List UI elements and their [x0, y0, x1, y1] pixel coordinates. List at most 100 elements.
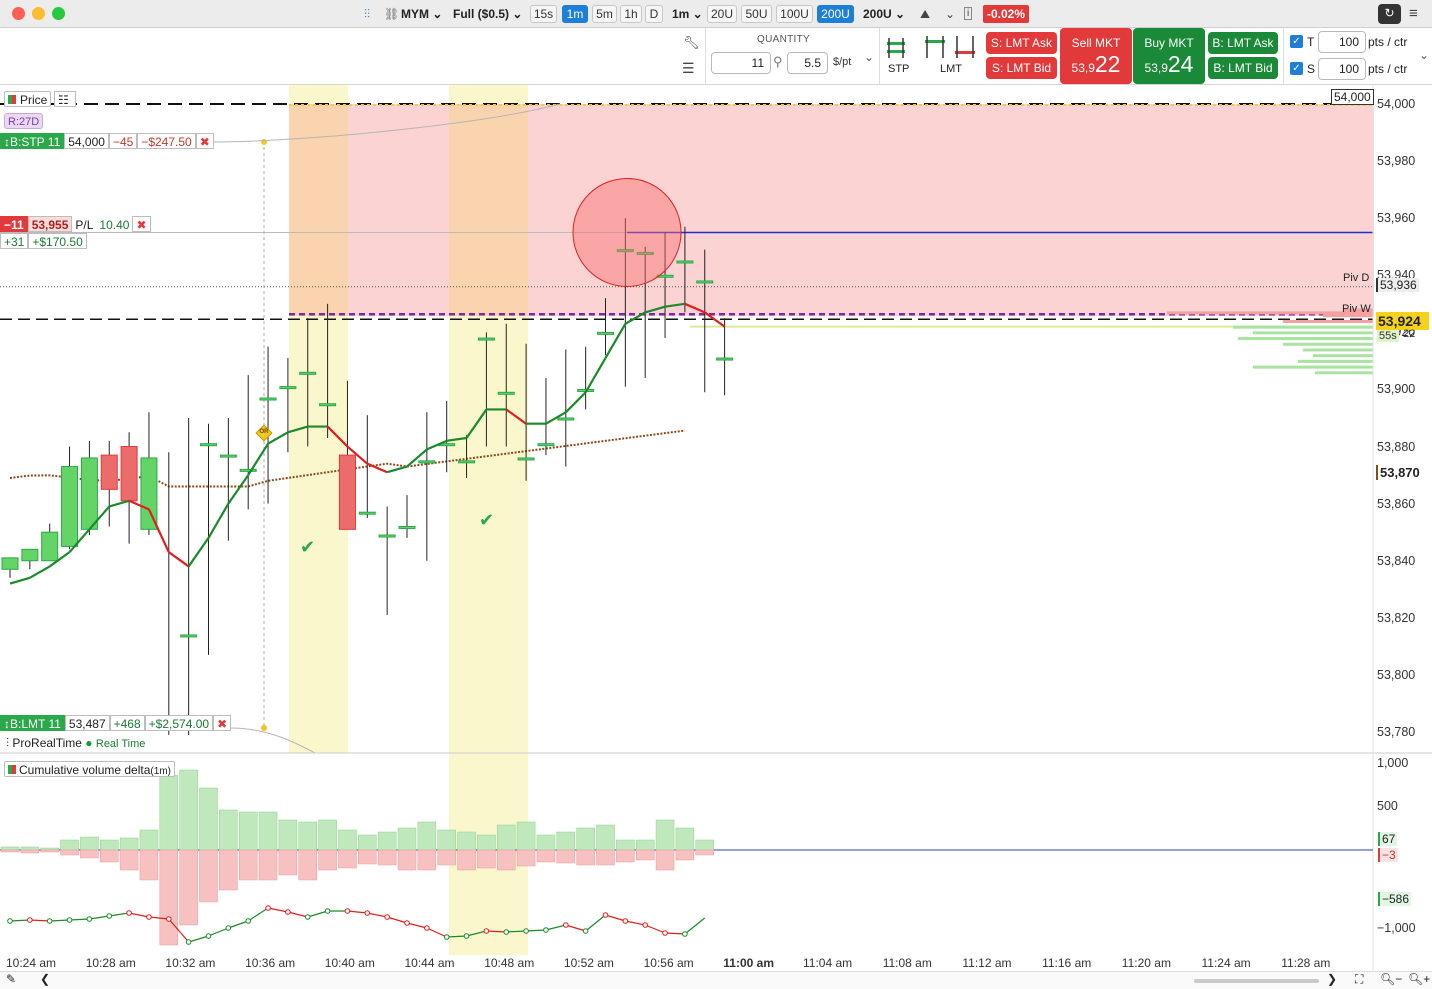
sell-mkt-button[interactable]: Sell MKT 53,922 — [1060, 28, 1132, 84]
candle-body — [239, 468, 257, 472]
bottom-scroll-bar[interactable]: ✎ ❮ ❯ ⛶ 🔍︎− 🔍︎+ — [0, 971, 1432, 989]
cvd-bar-negative — [40, 849, 59, 853]
stop-order-row[interactable]: ↕B:STP 11 54,000 −45 −$247.50 ✖ — [0, 133, 214, 150]
s-input[interactable]: 100 — [1318, 58, 1366, 80]
info-icon[interactable]: i — [964, 7, 973, 20]
price-tick-label: 53,960 — [1377, 211, 1416, 226]
guide-dot — [261, 725, 267, 731]
scroll-left-icon[interactable]: ❮ — [40, 972, 50, 986]
ema-line — [604, 323, 627, 359]
cvd-bar-negative — [318, 849, 337, 871]
draw-tool-icon[interactable]: ✎ — [6, 972, 16, 986]
s-lmt-ask-button[interactable]: S: LMT Ask — [986, 32, 1057, 54]
unit-50u[interactable]: 50U — [741, 5, 772, 23]
stp-icon[interactable] — [884, 36, 910, 60]
t-checkbox[interactable]: ✓ — [1290, 35, 1303, 48]
symbol-select[interactable]: MYM ⌄ — [401, 5, 442, 23]
time-tick-label: 11:16 am — [1042, 956, 1092, 970]
feed-name: ProRealTime — [12, 736, 82, 750]
b-lmt-ask-button[interactable]: B: LMT Ask — [1208, 32, 1278, 54]
price-chart-svg[interactable] — [0, 85, 1432, 989]
buy-mkt-button[interactable]: Buy MKT 53,924 — [1133, 28, 1205, 84]
timeframe-15s[interactable]: 15s — [530, 5, 557, 23]
s-lmt-bid-button[interactable]: S: LMT Bid — [986, 57, 1057, 79]
quantity-input[interactable]: 11 — [711, 52, 771, 74]
limit-order-row[interactable]: ↕B:LMT 11 53,487 +468 +$2,574.00 ✖ — [0, 715, 232, 732]
range-tag: R:27D — [4, 113, 44, 129]
chart-type-icon[interactable]: ⫶⫶ — [364, 5, 370, 23]
zoom-in-icon[interactable]: 🔍︎+ — [1408, 972, 1430, 986]
timeframe-1m[interactable]: 1m — [562, 5, 588, 23]
link-icon[interactable]: ⛓ — [384, 5, 399, 23]
indicators-dropdown-icon[interactable]: ⌄ — [945, 5, 955, 23]
scroll-thumb[interactable] — [1194, 979, 1319, 983]
feed-dot-icon: ● — [85, 736, 93, 750]
ratio-dropdown-icon[interactable]: ⌄ — [864, 50, 874, 64]
s-checkbox[interactable]: ✓ — [1290, 62, 1303, 75]
unit-20u[interactable]: 20U — [707, 5, 737, 23]
cvd-point — [265, 905, 271, 911]
timeframe-1h[interactable]: 1h — [620, 5, 642, 23]
scroll-right-icon[interactable]: ❯ — [1327, 972, 1337, 986]
b-lmt-bid-button[interactable]: B: LMT Bid — [1208, 57, 1278, 79]
sync-icon[interactable]: ↻ — [1378, 4, 1401, 24]
zoom-out-icon[interactable]: 🔍︎− — [1380, 972, 1402, 986]
cvd-point — [245, 918, 251, 924]
cvd-point — [384, 914, 390, 920]
depth-select[interactable]: Full ($0.5) ⌄ — [453, 5, 522, 23]
candle-body — [358, 511, 376, 515]
cvd-tab-icon — [8, 765, 16, 774]
minimize-window-button[interactable] — [32, 7, 45, 20]
chart-area[interactable]: Price ☷ R:27D ↕B:STP 11 54,000 −45 −$247.50… — [0, 85, 1432, 989]
cvd-bar-negative — [119, 849, 139, 871]
price-menu-icon[interactable]: ☷ — [54, 91, 76, 107]
time-tick-label: 10:24 am — [6, 956, 57, 970]
lmt-label[interactable]: LMT — [940, 63, 962, 75]
time-tick-label: 10:44 am — [404, 956, 455, 970]
ema-line — [9, 576, 31, 585]
stp-label[interactable]: STP — [888, 63, 909, 75]
candle-body — [338, 454, 356, 530]
title-bar: ⫶⫶ ⛓ MYM ⌄ Full ($0.5) ⌄ 15s 1m 5m 1h D … — [0, 0, 1432, 28]
cvd-line — [426, 927, 447, 938]
zoom-window-button[interactable] — [52, 7, 65, 20]
t-input[interactable]: 100 — [1318, 31, 1366, 53]
fit-screen-icon[interactable]: ⛶ — [1355, 972, 1363, 987]
timeframe-d[interactable]: D — [645, 5, 663, 23]
candle-body — [517, 457, 535, 461]
cvd-bar-positive — [60, 839, 79, 851]
time-tick-label: 10:52 am — [563, 956, 614, 970]
cvd-point — [424, 925, 430, 931]
wrench-icon[interactable]: 🔧︎ — [683, 35, 700, 51]
ema-line — [227, 474, 250, 505]
unit-100u[interactable]: 100U — [776, 5, 813, 23]
cvd-tab[interactable]: Cumulative volume delta(1m) — [4, 761, 175, 777]
cvd-point — [285, 909, 291, 915]
unit-select[interactable]: 200U ⌄ — [863, 5, 905, 23]
lmt-icons[interactable] — [921, 36, 977, 60]
cvd-point — [27, 917, 33, 923]
candle-body — [458, 460, 476, 464]
timeframe-5m[interactable]: 5m — [592, 5, 617, 23]
toolbar-dropdown-icon[interactable]: ⌄ — [1419, 48, 1429, 62]
time-tick-label: 11:28 am — [1281, 956, 1331, 970]
position-row[interactable]: −11 53,955 P/L 10.40 ✖ — [0, 216, 151, 233]
ratio-input[interactable]: 5.5 — [787, 52, 828, 74]
price-tab[interactable]: Price — [4, 91, 52, 107]
cvd-bar-positive — [616, 839, 635, 851]
cvd-bar-negative — [536, 849, 556, 863]
candle-body — [378, 534, 396, 538]
time-tick-label: 10:56 am — [643, 956, 694, 970]
menu-icon[interactable]: ≡ — [1409, 5, 1418, 23]
cvd-line — [89, 915, 110, 920]
close-window-button[interactable] — [12, 7, 25, 20]
cvd-point — [185, 939, 192, 945]
unit-200u[interactable]: 200U — [817, 5, 854, 23]
interval-select[interactable]: 1m ⌄ — [672, 5, 703, 23]
price-tag-top: 54,000 — [1331, 89, 1374, 105]
cvd-bar-positive — [556, 831, 576, 851]
list-icon[interactable]: ☰ — [682, 60, 695, 77]
indicators-icon[interactable]: ⛰ — [920, 5, 930, 23]
ema-line — [108, 499, 130, 508]
link-ratio-icon[interactable]: ⚲ — [773, 54, 783, 70]
